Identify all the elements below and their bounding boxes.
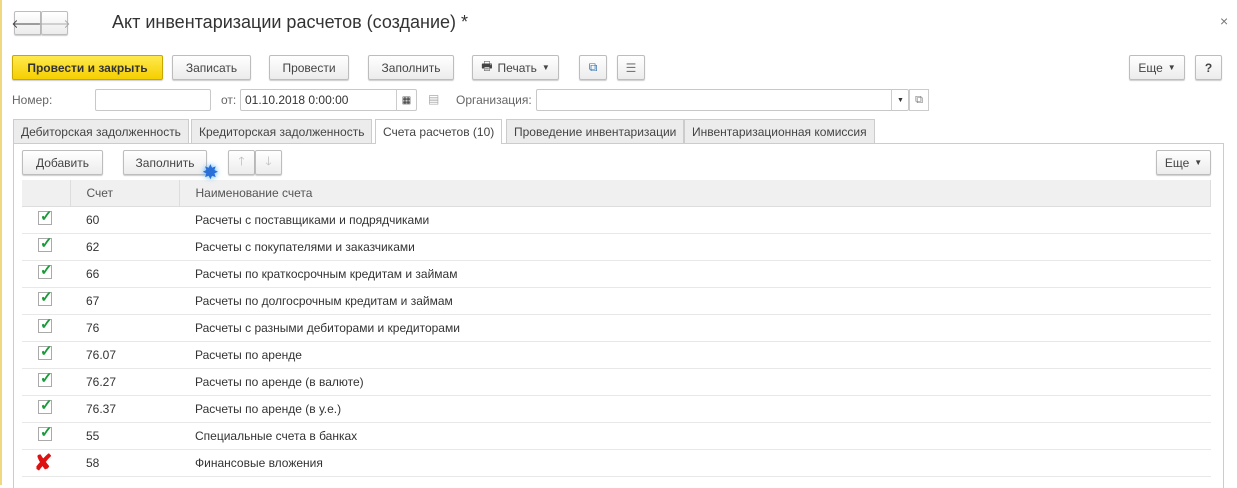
history-icon[interactable]: ▤: [428, 92, 439, 106]
org-dropdown-icon[interactable]: ▼: [891, 89, 909, 111]
account-name-cell: Расчеты по аренде: [179, 341, 1211, 369]
account-cell: 76.37: [70, 395, 179, 423]
account-name-cell: Расчеты с поставщиками и подрядчиками: [179, 206, 1211, 234]
account-name-cell: Расчеты по краткосрочным кредитам и займ…: [179, 260, 1211, 288]
table-more-button[interactable]: Еще ▼: [1156, 150, 1211, 175]
date-label: от:: [221, 93, 237, 107]
table-row[interactable]: ✓ 66 Расчеты по краткосрочным кредитам и з…: [22, 260, 1211, 288]
row-checkbox[interactable]: ✓: [22, 422, 70, 450]
checkbox-checked-icon[interactable]: ✓: [38, 316, 53, 333]
accounts-table: Счет Наименование счета ✓ 60 Расчеты с пос…: [22, 180, 1211, 477]
account-name-cell: Расчеты по аренде (в валюте): [179, 368, 1211, 396]
org-label: Организация:: [456, 93, 532, 107]
move-up-button[interactable]: 🡑: [228, 150, 255, 175]
table-row[interactable]: ✓ 76.07 Расчеты по аренде: [22, 341, 1211, 369]
close-icon[interactable]: ×: [1220, 13, 1228, 29]
number-field[interactable]: [95, 89, 211, 111]
tab-inventory[interactable]: Проведение инвентаризации: [506, 119, 685, 143]
table-row[interactable]: ✓ 60 Расчеты с поставщиками и подрядчиками: [22, 206, 1211, 234]
column-check[interactable]: [22, 180, 71, 207]
column-name[interactable]: Наименование счета: [179, 180, 1211, 207]
account-cell: 62: [70, 233, 179, 261]
tab-accounts[interactable]: Счета расчетов (10): [375, 119, 503, 144]
list-icon[interactable]: ☰: [617, 55, 645, 80]
checkbox-checked-icon[interactable]: ✓: [38, 235, 53, 252]
printer-icon: 🖶: [481, 59, 493, 73]
cross-icon[interactable]: ✘: [34, 450, 52, 475]
account-name-cell: Расчеты по аренде (в у.е.): [179, 395, 1211, 423]
account-cell: 76.27: [70, 368, 179, 396]
chevron-down-icon: ▼: [1194, 158, 1203, 167]
save-button[interactable]: Записать: [172, 55, 251, 80]
account-cell: 67: [70, 287, 179, 315]
help-button[interactable]: ?: [1195, 55, 1222, 80]
table-row[interactable]: ✓ 76.27 Расчеты по аренде (в валюте): [22, 368, 1211, 396]
row-checkbox[interactable]: ✓: [22, 206, 70, 234]
tab-commission[interactable]: Инвентаризационная комиссия: [684, 119, 875, 143]
back-button[interactable]: 🡐: [11, 11, 44, 35]
account-name-cell: Расчеты по долгосрочным кредитам и займа…: [179, 287, 1211, 315]
table-fill-button[interactable]: Заполнить: [123, 150, 207, 175]
post-and-close-button[interactable]: Провести и закрыть: [12, 55, 163, 80]
org-field[interactable]: [536, 89, 909, 111]
checkbox-checked-icon[interactable]: ✓: [38, 343, 53, 360]
post-button[interactable]: Провести: [269, 55, 349, 80]
checkbox-checked-icon[interactable]: ✓: [38, 397, 53, 414]
account-cell: 58: [70, 449, 179, 477]
tab-creditors[interactable]: Кредиторская задолженность: [191, 119, 373, 143]
open-icon[interactable]: ⧉: [909, 89, 929, 111]
account-cell: 55: [70, 422, 179, 450]
checkbox-checked-icon[interactable]: ✓: [38, 289, 53, 306]
account-cell: 66: [70, 260, 179, 288]
row-checkbox[interactable]: ✓: [22, 233, 70, 261]
mouse-cursor-icon: ✸: [202, 162, 219, 184]
column-account[interactable]: Счет: [70, 180, 180, 207]
page-title: Акт инвентаризации расчетов (создание) *: [112, 12, 469, 32]
table-row[interactable]: ✓ 67 Расчеты по долгосрочным кредитам и за…: [22, 287, 1211, 315]
table-row[interactable]: ✓ 55 Специальные счета в банках: [22, 422, 1211, 450]
row-checkbox[interactable]: ✓: [22, 260, 70, 288]
table-row[interactable]: ✓ 62 Расчеты с покупателями и заказчиками: [22, 233, 1211, 261]
account-cell: 60: [70, 206, 179, 234]
fill-button[interactable]: Заполнить: [368, 55, 454, 80]
forward-button[interactable]: 🡒: [38, 11, 71, 35]
row-checkbox[interactable]: ✓: [22, 314, 70, 342]
table-row[interactable]: ✓ 76.37 Расчеты по аренде (в у.е.): [22, 395, 1211, 423]
date-field[interactable]: 01.10.2018 0:00:00 ▦: [240, 89, 417, 111]
account-name-cell: Специальные счета в банках: [179, 422, 1211, 450]
chevron-down-icon: ▼: [541, 63, 550, 72]
checkbox-checked-icon[interactable]: ✓: [38, 208, 53, 225]
account-cell: 76: [70, 314, 179, 342]
calendar-icon[interactable]: ▦: [396, 90, 416, 110]
checkbox-checked-icon[interactable]: ✓: [38, 262, 53, 279]
row-checkbox[interactable]: ✓: [22, 341, 70, 369]
structure-icon[interactable]: ⧉: [579, 55, 607, 80]
account-name-cell: Расчеты с разными дебиторами и кредитора…: [179, 314, 1211, 342]
number-label: Номер:: [12, 93, 53, 107]
row-checkbox[interactable]: ✓: [22, 368, 70, 396]
add-button[interactable]: Добавить: [22, 150, 103, 175]
table-row[interactable]: ✓ 76 Расчеты с разными дебиторами и кредит…: [22, 314, 1211, 342]
row-checkbox[interactable]: ✘: [22, 449, 70, 477]
print-button[interactable]: 🖶 Печать ▼: [472, 55, 559, 80]
account-name-cell: Финансовые вложения: [179, 449, 1211, 477]
row-checkbox[interactable]: ✓: [22, 395, 70, 423]
tab-debtors[interactable]: Дебиторская задолженность: [13, 119, 189, 143]
move-down-button[interactable]: 🡓: [255, 150, 282, 175]
checkbox-checked-icon[interactable]: ✓: [38, 370, 53, 387]
account-cell: 76.07: [70, 341, 179, 369]
table-row[interactable]: ✘ 58 Финансовые вложения: [22, 449, 1211, 477]
account-name-cell: Расчеты с покупателями и заказчиками: [179, 233, 1211, 261]
checkbox-checked-icon[interactable]: ✓: [38, 424, 53, 441]
row-checkbox[interactable]: ✓: [22, 287, 70, 315]
chevron-down-icon: ▼: [1167, 63, 1176, 72]
more-button[interactable]: Еще ▼: [1129, 55, 1185, 80]
